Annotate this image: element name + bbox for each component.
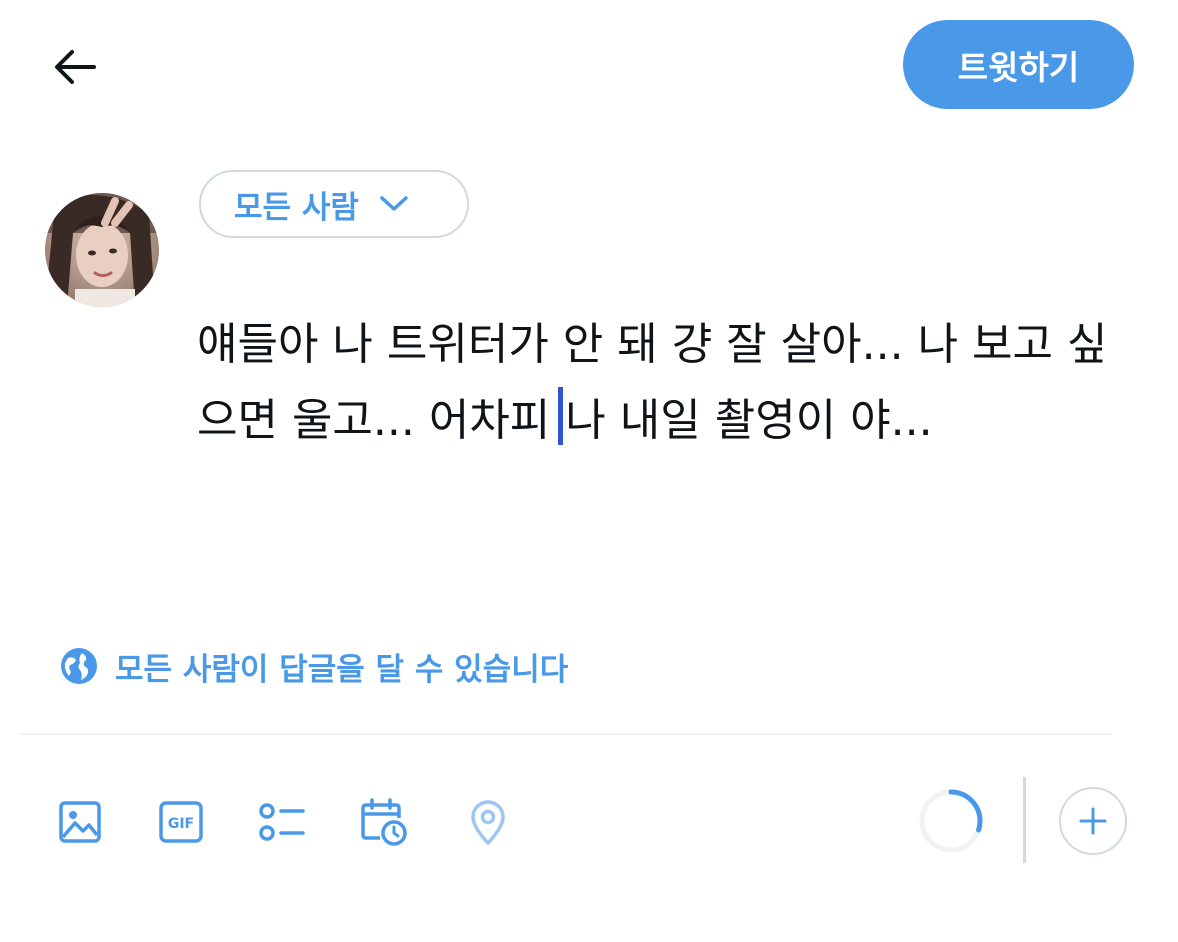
reply-setting-button[interactable]: 모든 사람이 답글을 달 수 있습니다 bbox=[59, 643, 568, 689]
audience-label: 모든 사람 bbox=[234, 189, 359, 226]
character-count-ring bbox=[919, 789, 983, 853]
divider bbox=[21, 733, 1111, 735]
location-icon bbox=[471, 800, 505, 845]
plus-icon bbox=[1079, 807, 1107, 835]
avatar[interactable] bbox=[45, 193, 159, 307]
add-location-button[interactable] bbox=[462, 796, 514, 848]
schedule-icon bbox=[361, 798, 407, 846]
poll-icon bbox=[259, 803, 305, 841]
globe-icon bbox=[59, 646, 99, 686]
add-gif-button[interactable]: GIF bbox=[155, 796, 207, 848]
add-image-button[interactable] bbox=[54, 796, 106, 848]
add-poll-button[interactable] bbox=[256, 796, 308, 848]
avatar-image bbox=[45, 193, 159, 307]
add-tweet-button[interactable] bbox=[1059, 787, 1127, 855]
audience-selector[interactable]: 모든 사람 bbox=[199, 170, 469, 238]
tweet-button[interactable]: 트윗하기 bbox=[903, 20, 1134, 109]
reply-setting-label: 모든 사람이 답글을 달 수 있습니다 bbox=[115, 651, 569, 688]
toolbar-separator bbox=[1023, 777, 1026, 863]
chevron-down-icon bbox=[379, 195, 409, 213]
text-caret bbox=[558, 387, 564, 445]
composer-text-after-caret: 나 내일 촬영이 야... bbox=[565, 395, 933, 446]
back-button[interactable] bbox=[46, 42, 102, 92]
arrow-left-icon bbox=[55, 50, 96, 84]
compose-tweet-screen: 트윗하기 모든 사람 얘들아 나 트위터가 안 돼 걍 잘 살아... 나 보고… bbox=[0, 0, 1178, 942]
svg-text:GIF: GIF bbox=[168, 816, 194, 832]
schedule-button[interactable] bbox=[358, 796, 410, 848]
gif-icon: GIF bbox=[159, 801, 203, 843]
tweet-text-input[interactable]: 얘들아 나 트위터가 안 돼 걍 잘 살아... 나 보고 싶으면 울고... … bbox=[197, 307, 1127, 459]
image-icon bbox=[59, 801, 101, 843]
